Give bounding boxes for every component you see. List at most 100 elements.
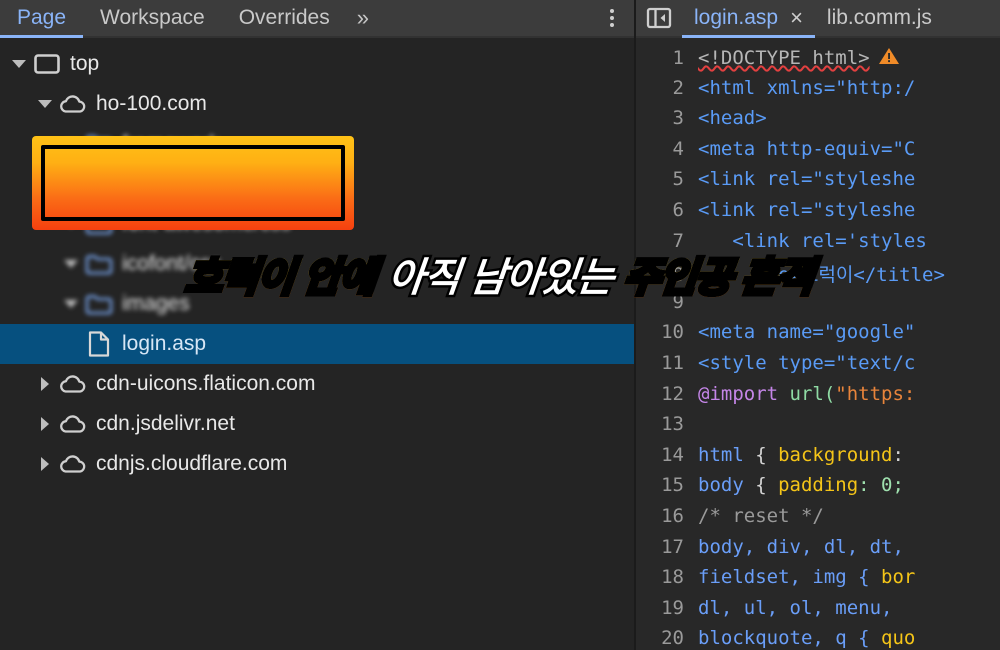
line-content: blockquote, q { quo bbox=[698, 627, 1000, 649]
line-number: 17 bbox=[661, 535, 684, 558]
tab-overrides[interactable]: Overrides bbox=[222, 0, 347, 36]
editor-tab-lib-comm-js[interactable]: lib.comm.js bbox=[815, 0, 944, 36]
tree-row-label: cdnjs.cloudflare.com bbox=[96, 452, 288, 475]
tree-row-label: login.asp bbox=[122, 332, 207, 355]
tree-row-framework[interactable]: framework bbox=[0, 124, 634, 164]
line-content: body, div, dl, dt, bbox=[698, 535, 904, 558]
tab-workspace[interactable]: Workspace bbox=[83, 0, 222, 36]
line-content: <link rel="styleshe bbox=[698, 168, 916, 191]
tree-row-cdn-uicons-flaticon-com[interactable]: cdn-uicons.flaticon.com bbox=[0, 364, 634, 404]
line-content: <head> bbox=[698, 107, 767, 130]
tree-row-label: framework bbox=[122, 132, 221, 155]
chevron-right-icon[interactable] bbox=[32, 457, 58, 471]
tree-row-top[interactable]: top bbox=[0, 44, 634, 84]
tree-row-label: cdn.jsdelivr.net bbox=[96, 412, 235, 435]
code-line: 10 <meta name="google" bbox=[636, 321, 1000, 352]
tree-row-html-juingong[interactable]: html/juingong bbox=[0, 164, 634, 204]
code-line: 7 <link rel='styles bbox=[636, 230, 1000, 261]
code-line: 1 <!DOCTYPE html> bbox=[636, 46, 1000, 77]
line-number: 5 bbox=[672, 168, 684, 191]
line-number: 1 bbox=[672, 47, 684, 69]
editor-tabbar: login.asp × lib.comm.js bbox=[636, 0, 1000, 38]
tab-page[interactable]: Page bbox=[0, 0, 84, 38]
line-number: 8 bbox=[672, 264, 684, 287]
chevron-down-icon[interactable] bbox=[58, 140, 84, 148]
code-token-property: padding bbox=[778, 474, 859, 497]
tree-row-label: top bbox=[70, 52, 100, 75]
tree-row-label: ho-100.com bbox=[96, 92, 207, 115]
chevron-right-icon[interactable] bbox=[32, 377, 58, 391]
line-number: 6 bbox=[672, 198, 684, 221]
line-content: dl, ul, ol, menu, bbox=[698, 596, 904, 619]
code-editor[interactable]: 1 <!DOCTYPE html> 2 <html xmlns="http:/ … bbox=[636, 38, 1000, 650]
line-number: 13 bbox=[661, 413, 684, 436]
line-number: 18 bbox=[661, 566, 684, 589]
line-number: 7 bbox=[672, 229, 684, 252]
code-token-colon: : bbox=[892, 443, 904, 466]
more-vertical-icon[interactable] bbox=[590, 0, 634, 36]
line-content: le>호럭이</title> bbox=[698, 260, 1000, 287]
tree-row-ho-100-com[interactable]: ho-100.com bbox=[0, 84, 634, 124]
chevron-down-icon[interactable] bbox=[6, 60, 32, 68]
code-token-string: "https: bbox=[835, 382, 916, 405]
line-number: 20 bbox=[661, 627, 684, 650]
code-token: <link rel='styles bbox=[732, 229, 927, 252]
folder-icon bbox=[84, 254, 114, 275]
chevron-down-icon[interactable] bbox=[32, 100, 58, 108]
tree-row-icofont-css[interactable]: icofont/css bbox=[0, 244, 634, 284]
line-number: 15 bbox=[661, 474, 684, 497]
frame-icon bbox=[32, 54, 62, 74]
line-number: 11 bbox=[661, 351, 684, 374]
line-number: 12 bbox=[661, 382, 684, 405]
chevron-down-icon[interactable] bbox=[58, 260, 84, 268]
folder-icon bbox=[84, 134, 114, 155]
chevron-down-icon[interactable] bbox=[58, 300, 84, 308]
close-icon[interactable]: × bbox=[790, 7, 803, 29]
code-line: 20 blockquote, q { quo bbox=[636, 627, 1000, 650]
code-token-selector: body bbox=[698, 474, 744, 497]
tab-overrides-label: Overrides bbox=[238, 6, 330, 29]
line-number: 10 bbox=[661, 321, 684, 344]
line-content: <!DOCTYPE html> bbox=[698, 46, 1000, 71]
tree-row-label: icofont/css bbox=[122, 252, 222, 275]
line-number: 14 bbox=[661, 443, 684, 466]
collapse-sidebar-icon[interactable] bbox=[636, 0, 682, 36]
tree-row-font-awesome-css[interactable]: font-awesome/css bbox=[0, 204, 634, 244]
code-token-property: bor bbox=[881, 566, 916, 589]
cloud-icon bbox=[58, 414, 88, 434]
chevron-right-icon[interactable] bbox=[32, 417, 58, 431]
line-content: <link rel='styles bbox=[698, 230, 1000, 252]
cloud-icon bbox=[58, 374, 88, 394]
navigator-tabbar: Page Workspace Overrides » bbox=[0, 0, 634, 38]
code-line: 15 body { padding: 0; bbox=[636, 474, 1000, 505]
code-line: 14 html { background: bbox=[636, 444, 1000, 475]
code-line: 16 /* reset */ bbox=[636, 505, 1000, 536]
sources-navigator-panel: Page Workspace Overrides » top ho-100.co… bbox=[0, 0, 634, 650]
chevron-double-right-icon[interactable]: » bbox=[347, 0, 379, 36]
line-content: <link rel="styleshe bbox=[698, 198, 916, 221]
tree-row-cdnjs-cloudflare-com[interactable]: cdnjs.cloudflare.com bbox=[0, 444, 634, 484]
tree-row-cdn-jsdelivr-net[interactable]: cdn.jsdelivr.net bbox=[0, 404, 634, 444]
code-token-property: background bbox=[778, 443, 893, 466]
tree-row-label: font-awesome/css bbox=[122, 212, 292, 235]
chevron-down-icon[interactable] bbox=[58, 180, 84, 188]
line-number: 3 bbox=[672, 107, 684, 130]
editor-tab-label: lib.comm.js bbox=[826, 6, 932, 29]
line-number: 9 bbox=[672, 290, 684, 313]
code-line: 17 body, div, dl, dt, bbox=[636, 536, 1000, 567]
tree-row-label: html/juingong bbox=[122, 172, 247, 195]
tree-row-login-asp[interactable]: login.asp bbox=[0, 324, 634, 364]
editor-tab-login-asp[interactable]: login.asp × bbox=[682, 0, 815, 38]
file-tree: top ho-100.com framework html/juingong f… bbox=[0, 38, 634, 650]
tree-row-images[interactable]: images bbox=[0, 284, 634, 324]
tree-row-label: images bbox=[122, 292, 190, 315]
code-token-selector: fieldset, img { bbox=[698, 566, 882, 589]
code-token-brace: { bbox=[743, 443, 779, 466]
chevron-down-icon[interactable] bbox=[58, 220, 84, 228]
cloud-icon bbox=[58, 94, 88, 114]
folder-icon bbox=[84, 214, 114, 235]
line-content: <html xmlns="http:/ bbox=[698, 76, 916, 99]
line-content: @import url("https: bbox=[698, 383, 1000, 405]
tree-row-label: cdn-uicons.flaticon.com bbox=[96, 372, 316, 395]
tab-workspace-label: Workspace bbox=[100, 6, 205, 29]
